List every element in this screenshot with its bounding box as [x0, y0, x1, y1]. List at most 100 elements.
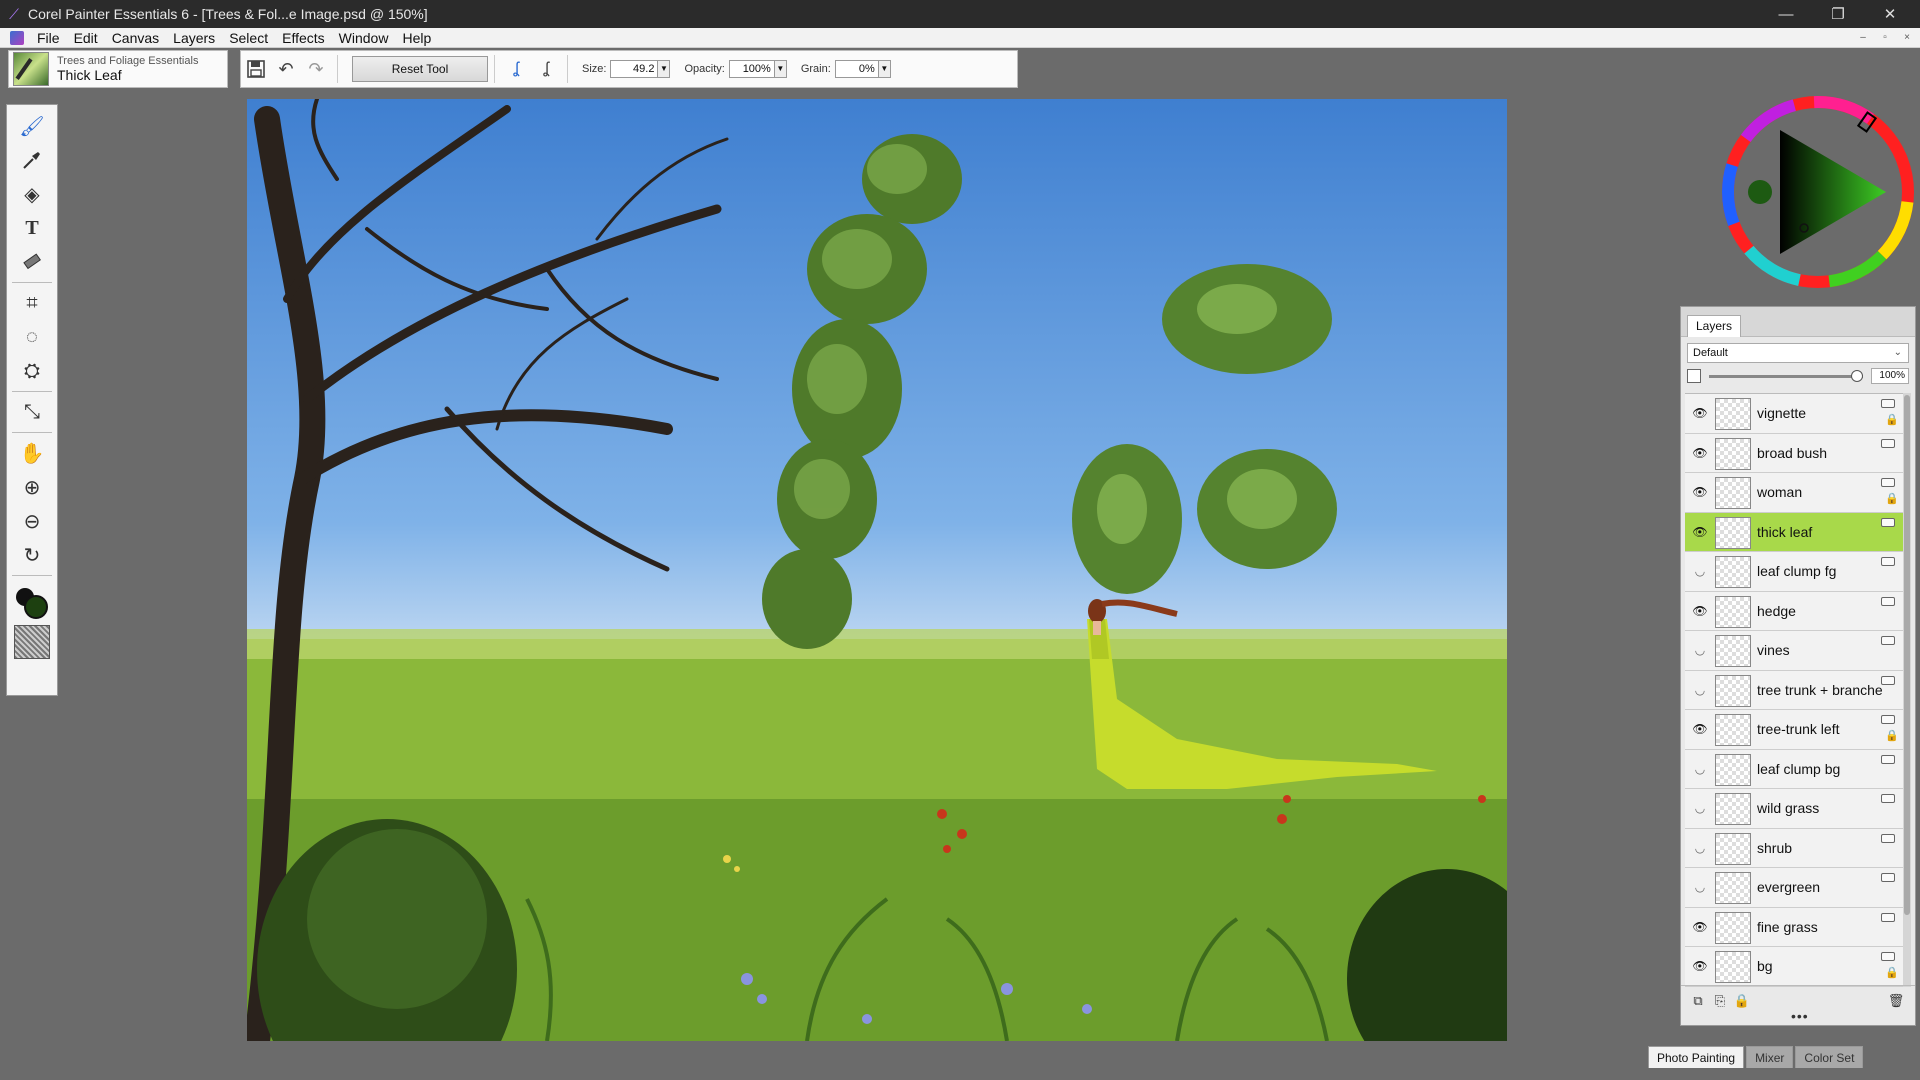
more-options-icon[interactable]: ••• [1791, 1008, 1809, 1024]
layer-thumbnail[interactable] [1715, 951, 1751, 983]
layer-name[interactable]: thick leaf [1757, 513, 1883, 552]
brush-thumbnail[interactable] [13, 52, 49, 86]
zoom-in-icon[interactable]: ⊕ [12, 470, 52, 504]
eye-icon[interactable]: 👁 [1691, 406, 1709, 420]
layer-adjuster-tool-icon[interactable]: ⤡ [12, 395, 52, 429]
layer-row[interactable]: 👁 hedge [1685, 591, 1905, 631]
layer-thumbnail[interactable] [1715, 516, 1751, 549]
layer-name[interactable]: tree trunk + branche [1757, 671, 1883, 710]
layer-thumbnail[interactable] [1715, 832, 1751, 865]
layer-name[interactable]: woman [1757, 473, 1883, 512]
undo-icon[interactable]: ↶ [271, 55, 301, 83]
layer-name[interactable]: vignette [1757, 394, 1883, 433]
layer-name[interactable]: broad bush [1757, 434, 1883, 473]
layer-thumbnail[interactable] [1715, 556, 1751, 588]
layer-list-scroll-thumb[interactable] [1904, 395, 1910, 915]
eye-icon[interactable]: 👁 [1691, 525, 1709, 539]
eye-closed-icon[interactable]: ◡ [1691, 841, 1709, 855]
eye-closed-icon[interactable]: ◡ [1691, 801, 1709, 815]
layer-thumbnail[interactable] [1715, 635, 1751, 667]
layer-name[interactable]: fine grass [1757, 908, 1883, 947]
layer-thumbnail[interactable] [1715, 753, 1751, 786]
layer-row[interactable]: 👁 woman 🔒 [1685, 473, 1905, 513]
menu-select[interactable]: Select [222, 28, 275, 48]
menu-effects[interactable]: Effects [275, 28, 332, 48]
layer-name[interactable]: leaf clump bg [1757, 750, 1883, 789]
layer-name[interactable]: evergreen [1757, 868, 1883, 907]
layer-thumbnail[interactable] [1715, 477, 1751, 509]
eye-icon[interactable]: 👁 [1691, 485, 1709, 499]
eraser-tool-icon[interactable] [12, 245, 52, 279]
menu-canvas[interactable]: Canvas [105, 28, 166, 48]
eye-closed-icon[interactable]: ◡ [1691, 643, 1709, 657]
layer-name[interactable]: bg [1757, 947, 1883, 986]
redo-icon[interactable]: ↷ [301, 55, 331, 83]
layer-row[interactable]: ◡ leaf clump fg [1685, 552, 1905, 592]
menu-layers[interactable]: Layers [166, 28, 222, 48]
layer-name[interactable]: vines [1757, 631, 1883, 670]
layer-row[interactable]: 👁 bg 🔒 [1685, 947, 1905, 987]
grain-dropdown-icon[interactable]: ▼ [878, 60, 891, 78]
bottom-tab[interactable]: Mixer [1746, 1046, 1794, 1068]
close-button[interactable]: ✕ [1864, 0, 1916, 28]
layer-thumbnail[interactable] [1715, 793, 1751, 825]
color-wheel[interactable] [1722, 96, 1914, 288]
opacity-field[interactable]: 100% [728, 60, 775, 78]
stamp-tool-icon[interactable]: ⛭ [12, 354, 52, 388]
eye-closed-icon[interactable]: ◡ [1691, 880, 1709, 894]
eye-icon[interactable]: 👁 [1691, 446, 1709, 460]
eye-icon[interactable]: 👁 [1691, 920, 1709, 934]
grain-field[interactable]: 0% [834, 60, 879, 78]
size-dropdown-icon[interactable]: ▼ [658, 60, 671, 78]
save-icon[interactable] [241, 55, 271, 83]
main-color-swatch[interactable] [24, 595, 48, 619]
menu-file[interactable]: File [30, 28, 67, 48]
new-layer-icon[interactable]: ⎘ [1711, 992, 1729, 1010]
lock-icon[interactable]: 🔒 [1885, 414, 1899, 426]
layer-thumbnail[interactable] [1715, 674, 1751, 707]
eye-icon[interactable]: 👁 [1691, 722, 1709, 736]
composite-method-select[interactable]: Default ⌄ [1687, 343, 1909, 363]
eye-icon[interactable]: 👁 [1691, 604, 1709, 618]
lasso-tool-icon[interactable]: ◌ [12, 320, 52, 354]
opacity-dropdown-icon[interactable]: ▼ [774, 60, 787, 78]
layer-row[interactable]: 👁 vignette 🔒 [1685, 394, 1905, 434]
layer-thumbnail[interactable] [1715, 872, 1751, 904]
paper-texture-swatch[interactable] [14, 625, 50, 659]
eye-closed-icon[interactable]: ◡ [1691, 564, 1709, 578]
size-field[interactable]: 49.2 [610, 60, 659, 78]
document-restore-button[interactable]: ▫ [1874, 28, 1896, 48]
crop-tool-icon[interactable]: ⌗ [12, 286, 52, 320]
freehand-stroke-icon[interactable]: ʆ [501, 55, 531, 83]
document-close-button[interactable]: × [1896, 28, 1918, 48]
bottom-tab[interactable]: Photo Painting [1648, 1046, 1745, 1068]
layer-row[interactable]: 👁 fine grass [1685, 907, 1905, 947]
minimize-button[interactable]: — [1760, 0, 1812, 28]
menu-window[interactable]: Window [332, 28, 396, 48]
menu-edit[interactable]: Edit [67, 28, 105, 48]
layer-row[interactable]: 👁 thick leaf [1685, 512, 1905, 552]
text-tool-icon[interactable]: T [12, 211, 52, 245]
menu-help[interactable]: Help [395, 28, 438, 48]
layer-name[interactable]: hedge [1757, 592, 1883, 631]
layer-row[interactable]: ◡ tree trunk + branche [1685, 670, 1905, 710]
saturation-value-triangle[interactable] [1780, 130, 1886, 254]
eye-closed-icon[interactable]: ◡ [1691, 762, 1709, 776]
layer-name[interactable]: shrub [1757, 829, 1883, 868]
paint-bucket-tool-icon[interactable]: ◈ [12, 177, 52, 211]
layer-opacity-slider[interactable] [1709, 369, 1863, 382]
layer-row[interactable]: 👁 broad bush [1685, 433, 1905, 473]
layer-row[interactable]: ◡ leaf clump bg [1685, 749, 1905, 789]
straight-line-stroke-icon[interactable]: ʆ [531, 55, 561, 83]
lock-icon[interactable]: 🔒 [1885, 493, 1899, 505]
layer-row[interactable]: ◡ vines [1685, 631, 1905, 671]
layer-row[interactable]: ◡ evergreen [1685, 868, 1905, 908]
layer-list-scrollbar[interactable] [1903, 393, 1911, 987]
brush-tool-icon[interactable]: 🖌 [12, 109, 52, 143]
lock-icon[interactable]: 🔒 [1885, 967, 1899, 979]
layer-thumbnail[interactable] [1715, 911, 1751, 944]
zoom-out-icon[interactable]: ⊖ [12, 504, 52, 538]
color-swatch[interactable] [12, 585, 52, 621]
grabber-hand-icon[interactable]: ✋ [12, 436, 52, 470]
document-canvas[interactable] [247, 99, 1507, 1041]
